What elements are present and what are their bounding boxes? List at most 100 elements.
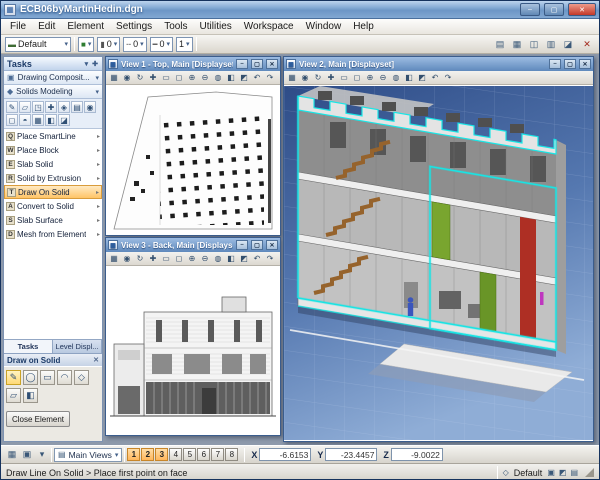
- view-toolbar-icon[interactable]: ▭: [338, 72, 350, 84]
- view-toolbar-icon[interactable]: ⊕: [186, 253, 198, 265]
- view-toolbar-icon[interactable]: ▭: [160, 72, 172, 84]
- coordinate-value[interactable]: -9.0022: [391, 448, 443, 461]
- toolbar-icon[interactable]: ◪: [560, 36, 576, 52]
- view-toolbar-icon[interactable]: ◩: [416, 72, 428, 84]
- view-toggle-button[interactable]: 2: [141, 448, 154, 461]
- view-toolbar-icon[interactable]: ◍: [212, 72, 224, 84]
- view-toolbar-icon[interactable]: ⊖: [199, 253, 211, 265]
- view-toggle-button[interactable]: 8: [225, 448, 238, 461]
- drawing-composition-combo[interactable]: ▣ Drawing Composit... ▾: [4, 71, 102, 85]
- toolbox-icon[interactable]: ◳: [32, 101, 44, 113]
- task-list-item[interactable]: S Slab Surface ▸: [4, 213, 102, 227]
- view-toolbar-icon[interactable]: ✚: [147, 72, 159, 84]
- view-group-icon[interactable]: ▾: [35, 448, 49, 462]
- close-icon[interactable]: ✕: [93, 356, 99, 364]
- tool-settings-icon[interactable]: ◯: [23, 370, 38, 385]
- view-toolbar-icon[interactable]: ↶: [251, 253, 263, 265]
- view-toolbar-icon[interactable]: ▦: [108, 253, 120, 265]
- view-toolbar-icon[interactable]: ◍: [390, 72, 402, 84]
- view1-canvas[interactable]: [106, 85, 280, 235]
- tool-settings-header[interactable]: Draw on Solid ✕: [4, 353, 102, 366]
- menu-item[interactable]: Window: [300, 20, 348, 33]
- menu-item[interactable]: Edit: [32, 20, 61, 33]
- menu-item[interactable]: File: [4, 20, 32, 33]
- view-toolbar-icon[interactable]: ◉: [121, 253, 133, 265]
- pin-icon[interactable]: ✚: [91, 60, 99, 68]
- view-toolbar-icon[interactable]: ◧: [403, 72, 415, 84]
- task-list-item[interactable]: W Place Block ▸: [4, 143, 102, 157]
- solids-modeling-combo[interactable]: ◆ Solids Modeling ▾: [4, 85, 102, 99]
- menu-item[interactable]: Utilities: [194, 20, 238, 33]
- view-group-icon[interactable]: ▣: [20, 448, 34, 462]
- task-list-item[interactable]: Q Place SmartLine ▸: [4, 129, 102, 143]
- panel-tab[interactable]: Tasks: [4, 340, 53, 353]
- coordinate-value[interactable]: -23.4457: [325, 448, 377, 461]
- view-toolbar-icon[interactable]: ✚: [147, 253, 159, 265]
- view-group-combo[interactable]: ▤ Main Views ▾: [54, 448, 122, 462]
- view-toolbar-icon[interactable]: ◉: [299, 72, 311, 84]
- active-model-label[interactable]: Default: [514, 468, 543, 478]
- task-list-item[interactable]: D Mesh from Element ▸: [4, 227, 102, 241]
- view-maximize-button[interactable]: ▢: [564, 59, 576, 69]
- toolbox-icon[interactable]: ▦: [32, 114, 44, 126]
- view-toolbar-icon[interactable]: ⊕: [186, 72, 198, 84]
- toolbox-icon[interactable]: ◉: [84, 101, 96, 113]
- view-toolbar-icon[interactable]: ◩: [238, 253, 250, 265]
- status-icon[interactable]: ▣: [547, 468, 555, 477]
- tool-settings-combo-icon[interactable]: ◧: [23, 388, 38, 403]
- view-toolbar-icon[interactable]: ◧: [225, 72, 237, 84]
- view-toolbar-icon[interactable]: ▭: [160, 253, 172, 265]
- view-toolbar-icon[interactable]: ◉: [121, 72, 133, 84]
- menu-item[interactable]: Tools: [158, 20, 193, 33]
- view3-canvas[interactable]: [106, 266, 280, 435]
- view-toolbar-icon[interactable]: ◻: [351, 72, 363, 84]
- task-list-item[interactable]: R Solid by Extrusion ▸: [4, 171, 102, 185]
- minimize-button[interactable]: –: [520, 3, 540, 16]
- toolbox-icon[interactable]: ◻: [6, 114, 18, 126]
- toolbox-icon[interactable]: ◈: [58, 101, 70, 113]
- tool-settings-icon[interactable]: ▭: [40, 370, 55, 385]
- tool-settings-icon[interactable]: ◠: [57, 370, 72, 385]
- panel-tab[interactable]: Level Displ...: [53, 340, 102, 353]
- view-menu-icon[interactable]: ▦: [108, 59, 118, 69]
- view-toolbar-icon[interactable]: ↶: [251, 72, 263, 84]
- menu-item[interactable]: Settings: [110, 20, 158, 33]
- view-toolbar-icon[interactable]: ⊖: [199, 72, 211, 84]
- view-toolbar-icon[interactable]: ◧: [225, 253, 237, 265]
- active-color-swatch-combo[interactable]: ■ ▾: [78, 37, 94, 52]
- view-group-icon[interactable]: ▦: [5, 448, 19, 462]
- window-titlebar[interactable]: ▦ ECB06byMartinHedin.dgn – ▢ ✕: [1, 1, 599, 19]
- view-minimize-button[interactable]: –: [549, 59, 561, 69]
- attribute-combo[interactable]: ╌ 0 ▾: [123, 37, 146, 52]
- view-toolbar-icon[interactable]: ▦: [286, 72, 298, 84]
- toolbar-icon[interactable]: ▦: [509, 36, 525, 52]
- view-toolbar-icon[interactable]: ⊕: [364, 72, 376, 84]
- view-toolbar-icon[interactable]: ◍: [212, 253, 224, 265]
- close-element-button[interactable]: Close Element: [6, 411, 70, 427]
- toolbox-icon[interactable]: ◓: [19, 114, 31, 126]
- task-list-item[interactable]: A Convert to Solid ▸: [4, 199, 102, 213]
- view-toggle-button[interactable]: 4: [169, 448, 182, 461]
- view-toolbar-icon[interactable]: ↷: [264, 72, 276, 84]
- view1-titlebar[interactable]: ▦ View 1 - Top, Main [Displayset] – ▢ ✕: [106, 57, 280, 71]
- view2-canvas[interactable]: [284, 85, 593, 441]
- view-toolbar-icon[interactable]: ⊖: [377, 72, 389, 84]
- active-level-combo[interactable]: ▬ Default ▾: [5, 37, 71, 52]
- status-icon[interactable]: ▤: [570, 468, 578, 477]
- toolbox-icon[interactable]: ✎: [6, 101, 18, 113]
- view-minimize-button[interactable]: –: [236, 240, 248, 250]
- view-toolbar-icon[interactable]: ↷: [442, 72, 454, 84]
- view-maximize-button[interactable]: ▢: [251, 59, 263, 69]
- view-toggle-button[interactable]: 5: [183, 448, 196, 461]
- toolbox-icon[interactable]: ✚: [45, 101, 57, 113]
- view-menu-icon[interactable]: ▦: [108, 240, 118, 250]
- tasks-panel-header[interactable]: Tasks ▾ ✚: [4, 57, 102, 71]
- view-toggle-button[interactable]: 6: [197, 448, 210, 461]
- view-toolbar-icon[interactable]: ▦: [108, 72, 120, 84]
- view-close-button[interactable]: ✕: [579, 59, 591, 69]
- snap-mode-icon[interactable]: ◇: [503, 468, 509, 477]
- toolbar-icon[interactable]: ◫: [526, 36, 542, 52]
- toolbox-icon[interactable]: ◧: [45, 114, 57, 126]
- view-toolbar-icon[interactable]: ↻: [312, 72, 324, 84]
- view-toggle-button[interactable]: 7: [211, 448, 224, 461]
